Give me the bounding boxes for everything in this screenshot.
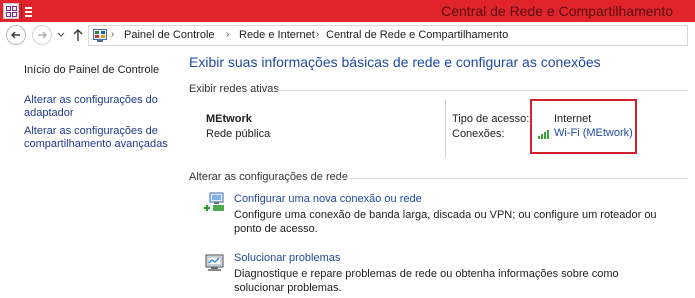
new-connection-description: Configure uma conexão de banda larga, di…	[234, 209, 657, 235]
active-networks-heading: Exibir redes ativas	[189, 83, 279, 95]
breadcrumb-network-internet[interactable]: Rede e Internet	[239, 29, 315, 41]
control-panel-app-icon[interactable]	[3, 3, 19, 19]
title-bar: Central de Rede e Compartilhamento	[0, 0, 695, 22]
address-row: › Painel de Controle › Rede e Internet ›…	[0, 22, 695, 48]
highlight-box	[530, 99, 637, 154]
sidebar-item-adapter-settings[interactable]: Alterar as configurações do adaptador	[24, 94, 174, 120]
page-title: Exibir suas informações básicas de rede …	[189, 54, 601, 70]
network-name: MEtwork	[206, 113, 252, 125]
connections-label: Conexões:	[452, 128, 505, 140]
new-connection-link[interactable]: Configurar uma nova conexão ou rede	[234, 193, 422, 205]
troubleshoot-icon	[205, 254, 224, 271]
quick-access-icon[interactable]	[21, 4, 32, 18]
divider	[340, 178, 688, 179]
troubleshoot-description: Diagnostique e repare problemas de rede …	[234, 268, 619, 294]
divider	[272, 90, 688, 91]
forward-arrow-icon	[38, 31, 47, 39]
network-category: Rede pública	[206, 128, 271, 140]
access-type-label: Tipo de acesso:	[452, 113, 530, 125]
back-button[interactable]	[6, 25, 26, 45]
sidebar-item-advanced-sharing[interactable]: Alterar as configurações de compartilham…	[24, 125, 174, 151]
forward-button[interactable]	[32, 25, 52, 45]
change-settings-heading: Alterar as configurações de rede	[189, 171, 348, 183]
breadcrumb-network-sharing-center[interactable]: Central de Rede e Compartilhamento	[326, 29, 508, 41]
vertical-divider	[445, 100, 446, 158]
breadcrumb-separator: ›	[316, 29, 320, 40]
window-title: Central de Rede e Compartilhamento	[441, 3, 673, 19]
up-arrow-icon[interactable]	[72, 28, 84, 42]
chevron-down-icon[interactable]	[57, 32, 65, 38]
control-panel-icon	[93, 29, 107, 42]
new-connection-icon	[204, 192, 224, 211]
back-arrow-icon	[11, 31, 20, 39]
sidebar-item-control-panel-home[interactable]: Início do Painel de Controle	[24, 64, 159, 77]
breadcrumb-separator: ›	[111, 29, 115, 40]
troubleshoot-link[interactable]: Solucionar problemas	[234, 252, 340, 264]
breadcrumb-separator: ›	[226, 29, 230, 40]
breadcrumb[interactable]: › Painel de Controle › Rede e Internet ›…	[88, 25, 688, 46]
sidebar: Início do Painel de Controle Alterar as …	[0, 48, 180, 298]
breadcrumb-control-panel[interactable]: Painel de Controle	[124, 29, 215, 41]
